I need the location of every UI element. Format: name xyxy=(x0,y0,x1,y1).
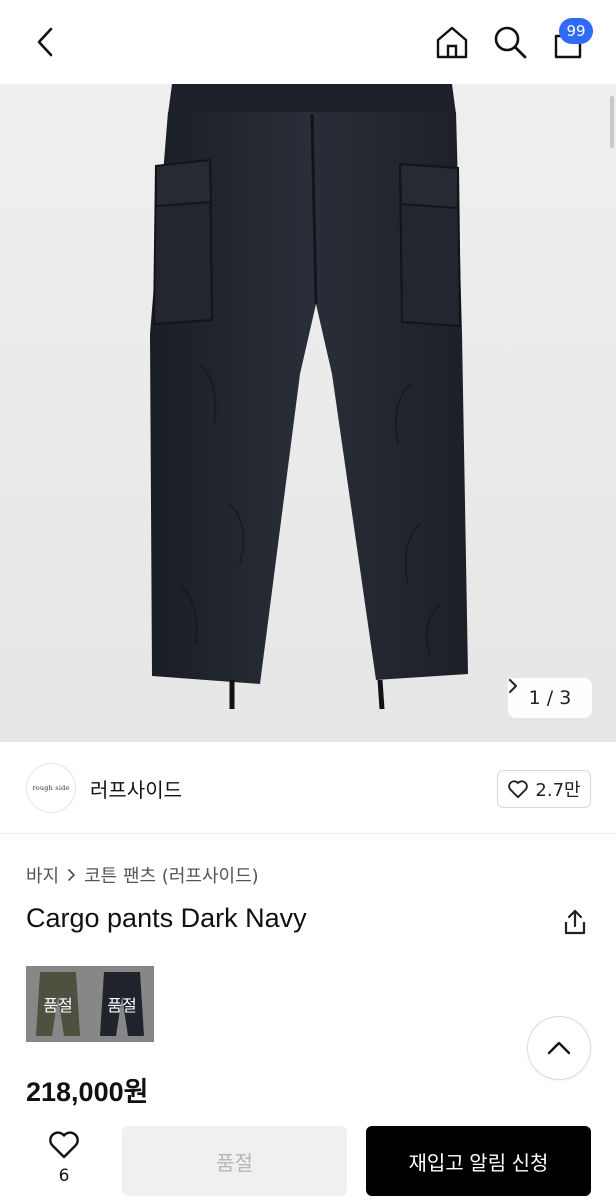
brand-name[interactable]: 러프사이드 xyxy=(90,774,182,803)
home-icon xyxy=(436,26,468,59)
wishlist-button[interactable]: 6 xyxy=(40,1130,88,1196)
chevron-up-icon xyxy=(547,1041,571,1055)
share-icon xyxy=(564,909,586,935)
option-dark-navy[interactable]: 품절 xyxy=(90,966,154,1042)
bottom-action-bar: 6 품절 재입고 알림 신청 xyxy=(0,1112,616,1200)
brand-logo-text: rough side xyxy=(32,784,70,792)
image-counter-text: 1 / 3 xyxy=(528,687,572,709)
brand-like-count: 2.7만 xyxy=(535,780,581,801)
home-button[interactable] xyxy=(430,20,474,64)
share-button[interactable] xyxy=(560,906,590,938)
cart-button[interactable]: 99 xyxy=(546,18,593,64)
option-olive[interactable]: 품절 xyxy=(26,966,90,1042)
breadcrumb: 바지 코튼 팬츠 (러프사이드) xyxy=(26,862,259,888)
chevron-right-icon xyxy=(509,679,517,693)
heart-outline-icon xyxy=(508,780,529,799)
image-counter[interactable]: 1 / 3 xyxy=(508,678,592,718)
scroll-to-top-button[interactable] xyxy=(527,1016,591,1080)
restock-alert-button[interactable]: 재입고 알림 신청 xyxy=(366,1126,591,1196)
search-icon xyxy=(494,26,527,59)
chevron-right-icon xyxy=(68,869,76,881)
brand-like-button[interactable]: 2.7만 xyxy=(497,770,591,808)
brand-logo[interactable]: rough side xyxy=(26,763,76,813)
product-price: 218,000원 xyxy=(26,1077,149,1107)
breadcrumb-subcategory[interactable]: 코튼 팬츠 (러프사이드) xyxy=(84,862,259,888)
product-title: Cargo pants Dark Navy xyxy=(26,903,307,933)
product-image-gallery[interactable]: 1 / 3 xyxy=(0,84,616,742)
wishlist-count: 6 xyxy=(58,1166,70,1186)
top-nav-bar: 99 xyxy=(0,0,616,84)
option-navy-label: 품절 xyxy=(107,996,137,1015)
chevron-left-icon xyxy=(37,27,53,57)
brand-row: rough side 러프사이드 2.7만 xyxy=(0,742,616,834)
option-olive-label: 품절 xyxy=(43,996,73,1015)
cart-count-badge: 99 xyxy=(559,18,593,44)
search-button[interactable] xyxy=(488,20,532,64)
back-button[interactable] xyxy=(24,20,68,64)
scrollbar[interactable] xyxy=(610,96,614,148)
soldout-button[interactable]: 품절 xyxy=(122,1126,347,1196)
heart-outline-icon xyxy=(49,1131,79,1159)
breadcrumb-category[interactable]: 바지 xyxy=(26,862,59,888)
product-image xyxy=(150,84,468,710)
color-options: 품절 품절 xyxy=(26,966,154,1042)
